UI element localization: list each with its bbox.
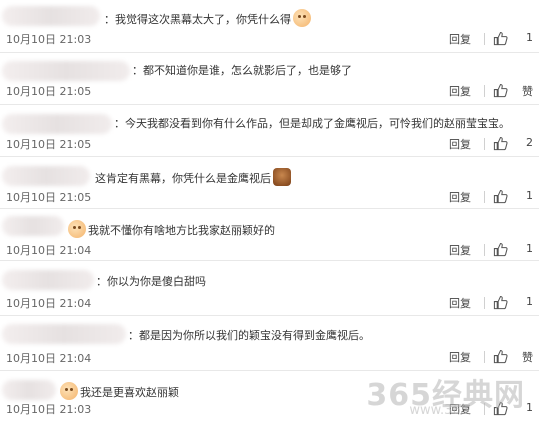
blurred-username (2, 61, 130, 81)
comment-text: 我还是更喜欢赵丽颖 (60, 382, 179, 401)
thumbs-up-icon (493, 83, 508, 98)
like-button[interactable]: 赞 (491, 349, 533, 365)
waving-face-icon (68, 220, 86, 238)
like-count: 1 (526, 31, 533, 44)
comment-text: 这肯定有黑幕，你凭什么是金鹰视后 (95, 168, 291, 187)
blurred-username (2, 270, 94, 290)
comment-actions: 回复 赞 (413, 83, 533, 99)
divider (484, 33, 485, 45)
comment-body: ：我觉得这次黑幕太大了，你凭什么得 (104, 13, 291, 26)
smiling-face-icon (293, 9, 311, 27)
comment-item: ：你以为你是傻白甜吗 10月10日 21:04 回复 1 (0, 260, 539, 316)
like-button[interactable]: 2 (491, 136, 533, 152)
thumbs-up-icon (493, 31, 508, 46)
comment-time: 10月10日 21:04 (6, 352, 92, 365)
comment-actions: 回复 2 (413, 136, 533, 152)
comment-time: 10月10日 21:05 (6, 85, 92, 98)
comment-item: ：今天我都没看到你有什么作品，但是却成了金鹰视后，可怜我们的赵丽莹宝宝。 10月… (0, 104, 539, 157)
reply-button[interactable]: 回复 (449, 189, 471, 205)
divider (484, 85, 485, 97)
comment-text: ：今天我都没看到你有什么作品，但是却成了金鹰视后，可怜我们的赵丽莹宝宝。 (114, 117, 510, 130)
comment-text: ：我觉得这次黑幕太大了，你凭什么得 (104, 9, 311, 28)
blurred-username (2, 166, 90, 186)
thumbs-up-icon (493, 242, 508, 257)
comment-time: 10月10日 21:05 (6, 138, 92, 151)
comment-item: 这肯定有黑幕，你凭什么是金鹰视后 10月10日 21:05 回复 1 (0, 156, 539, 209)
comment-body: 我就不懂你有啥地方比我家赵丽颖好的 (88, 224, 275, 237)
like-count: 1 (526, 295, 533, 308)
comment-time: 10月10日 21:05 (6, 191, 92, 204)
divider (484, 297, 485, 309)
comment-actions: 回复 1 (413, 189, 533, 205)
reply-button[interactable]: 回复 (449, 31, 471, 47)
blurred-username (2, 216, 64, 236)
like-button[interactable]: 赞 (491, 83, 533, 99)
comment-actions: 回复 1 (413, 295, 533, 311)
reply-button[interactable]: 回复 (449, 136, 471, 152)
divider (484, 138, 485, 150)
comment-actions: 回复 1 (413, 242, 533, 258)
like-count: 1 (526, 401, 533, 414)
comment-item: ：都是因为你所以我们的颖宝没有得到金鹰视后。 10月10日 21:04 回复 赞 (0, 315, 539, 371)
like-button[interactable]: 1 (491, 31, 533, 47)
comment-time: 10月10日 21:03 (6, 403, 92, 416)
blurred-username (2, 380, 56, 400)
comment-time: 10月10日 21:03 (6, 33, 92, 46)
comment-text: 我就不懂你有啥地方比我家赵丽颖好的 (68, 220, 275, 239)
face-emoji-icon (273, 168, 291, 186)
like-count: 赞 (522, 85, 533, 98)
comment-time: 10月10日 21:04 (6, 297, 92, 310)
reply-button[interactable]: 回复 (449, 242, 471, 258)
divider (484, 244, 485, 256)
comment-item: ：我觉得这次黑幕太大了，你凭什么得 10月10日 21:03 回复 1 (0, 0, 539, 53)
blurred-username (2, 324, 126, 344)
reply-button[interactable]: 回复 (449, 295, 471, 311)
site-watermark-url: www.365 (409, 403, 469, 418)
thumbs-up-icon (493, 136, 508, 151)
like-button[interactable]: 1 (491, 295, 533, 311)
divider (484, 351, 485, 363)
comment-body: 这肯定有黑幕，你凭什么是金鹰视后 (95, 172, 271, 185)
like-count: 1 (526, 189, 533, 202)
reply-button[interactable]: 回复 (449, 349, 471, 365)
like-button[interactable]: 1 (491, 189, 533, 205)
comment-actions: 回复 赞 (413, 349, 533, 365)
blurred-username (2, 6, 100, 26)
waving-face-icon (60, 382, 78, 400)
divider (484, 191, 485, 203)
comment-text: ：都不知道你是谁，怎么就影后了，也是够了 (132, 64, 352, 77)
comment-text: ：都是因为你所以我们的颖宝没有得到金鹰视后。 (128, 329, 370, 342)
comment-text: ：你以为你是傻白甜吗 (96, 275, 206, 288)
thumbs-up-icon (493, 189, 508, 204)
reply-button[interactable]: 回复 (449, 83, 471, 99)
like-button[interactable]: 1 (491, 242, 533, 258)
comment-actions: 回复 1 (413, 31, 533, 47)
blurred-username (2, 114, 112, 134)
thumbs-up-icon (493, 349, 508, 364)
comment-item: ：都不知道你是谁，怎么就影后了，也是够了 10月10日 21:05 回复 赞 (0, 52, 539, 105)
like-count: 2 (526, 136, 533, 149)
comment-item: 我就不懂你有啥地方比我家赵丽颖好的 10月10日 21:04 回复 1 (0, 208, 539, 261)
like-count: 赞 (522, 351, 533, 364)
comment-time: 10月10日 21:04 (6, 244, 92, 257)
comment-body: 我还是更喜欢赵丽颖 (80, 386, 179, 399)
thumbs-up-icon (493, 295, 508, 310)
like-count: 1 (526, 242, 533, 255)
